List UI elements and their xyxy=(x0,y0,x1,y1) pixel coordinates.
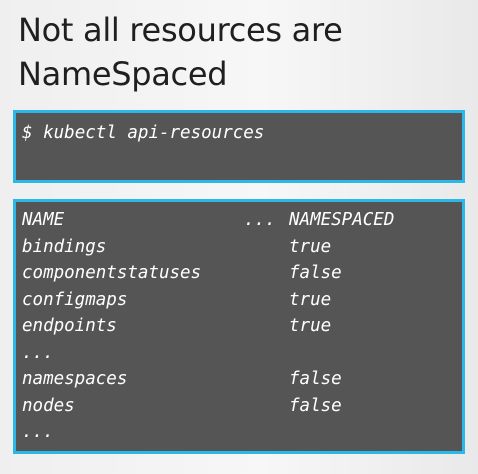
slide-title: Not all resources are NameSpaced xyxy=(18,8,343,96)
namespaced-value: false xyxy=(289,263,342,283)
output-terminal: NAME ... NAMESPACED bindings true compon… xyxy=(13,199,465,454)
output-row-ellipsis: ... xyxy=(22,419,462,446)
resource-name: componentstatuses xyxy=(22,263,202,283)
namespaced-value: true xyxy=(289,316,332,336)
command-terminal: $ kubectl api-resources xyxy=(13,110,465,183)
namespaced-value: false xyxy=(289,395,342,416)
resource-name: ... xyxy=(22,342,54,363)
namespaced-value: true xyxy=(289,236,332,257)
slide-title-line-2: NameSpaced xyxy=(18,55,228,93)
column-header-ellipsis: ... xyxy=(244,210,276,230)
output-header-row: NAME ... NAMESPACED xyxy=(22,207,462,234)
column-header-namespaced: NAMESPACED xyxy=(289,210,395,230)
output-row: nodes false xyxy=(22,393,462,420)
output-row: namespaces false xyxy=(22,366,462,393)
output-row-ellipsis: ... xyxy=(22,340,462,367)
output-row: endpoints true xyxy=(22,313,462,340)
resource-name: namespaces xyxy=(22,369,128,389)
slide-title-line-1: Not all resources are xyxy=(18,11,343,49)
resource-name: configmaps xyxy=(22,289,128,310)
column-header-name: NAME xyxy=(22,210,65,230)
shell-prompt: $ xyxy=(22,123,33,143)
resource-name: endpoints xyxy=(22,316,117,336)
output-row: bindings true xyxy=(22,234,462,261)
namespaced-value: true xyxy=(289,289,332,310)
command-text: kubectl api-resources xyxy=(43,123,265,143)
resource-name: nodes xyxy=(22,395,75,416)
resource-name: ... xyxy=(22,422,54,442)
resource-name: bindings xyxy=(22,236,107,257)
output-row: configmaps true xyxy=(22,287,462,314)
command-line: $ kubectl api-resources xyxy=(22,120,462,146)
namespaced-value: false xyxy=(289,369,342,389)
output-row: componentstatuses false xyxy=(22,260,462,287)
